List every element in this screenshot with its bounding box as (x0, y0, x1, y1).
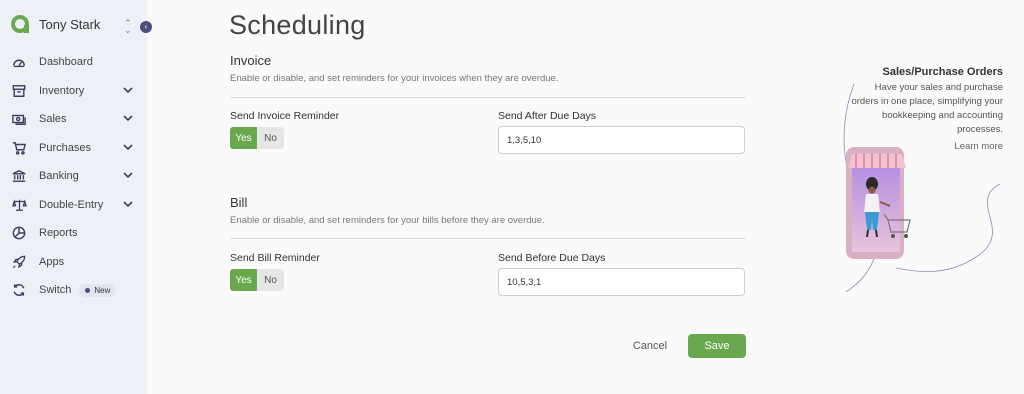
sidebar-item-reports[interactable]: Reports (0, 219, 147, 248)
switch-arrows-icon (11, 282, 27, 298)
new-badge: New (79, 283, 117, 297)
sidebar-item-dashboard[interactable]: Dashboard (0, 48, 147, 77)
invoice-divider (230, 97, 746, 98)
collapse-sidebar-icon[interactable]: ‹ (140, 21, 152, 33)
user-name: Tony Stark (39, 16, 101, 32)
app-logo (11, 15, 29, 33)
invoice-section-description: Enable or disable, and set reminders for… (230, 73, 559, 84)
sidebar-item-switch[interactable]: Switch New (0, 276, 147, 305)
bill-divider (230, 238, 746, 239)
invoice-reminder-label: Send Invoice Reminder (230, 110, 340, 122)
sidebar-item-label: Double-Entry (39, 198, 104, 211)
sidebar-nav: Dashboard Inventory Sales Purchases Bank… (0, 48, 147, 305)
sidebar-item-double-entry[interactable]: Double-Entry (0, 191, 147, 220)
chevron-down-icon (123, 143, 133, 150)
cancel-button[interactable]: Cancel (625, 337, 675, 355)
sidebar-item-label: Inventory (39, 84, 85, 97)
invoice-days-input[interactable] (498, 126, 745, 154)
chevron-down-icon (123, 115, 133, 122)
sidebar-item-purchases[interactable]: Purchases (0, 134, 147, 163)
invoice-reminder-toggle: Yes No (230, 127, 284, 149)
chevron-down-icon (123, 86, 133, 93)
invoice-reminder-yes-option[interactable]: Yes (230, 127, 257, 149)
invoice-days-label: Send After Due Days (498, 110, 597, 122)
bill-reminder-yes-option[interactable]: Yes (230, 269, 257, 291)
sidebar-item-label: Purchases (39, 141, 91, 154)
badge-dot (85, 287, 91, 293)
sidebar-item-banking[interactable]: Banking (0, 162, 147, 191)
bill-reminder-label: Send Bill Reminder (230, 252, 320, 264)
scale-icon (11, 197, 27, 213)
sidebar-item-label: Banking (39, 170, 79, 183)
learn-more-link[interactable]: Learn more (930, 141, 1003, 152)
sidebar-item-inventory[interactable]: Inventory (0, 77, 147, 106)
page-title: Scheduling (229, 10, 366, 40)
badge-label: New (94, 285, 111, 295)
shopping-cart-icon (11, 140, 27, 156)
dashboard-icon (11, 54, 27, 70)
sidebar: Tony Stark ⌃ ⌄ ‹ Dashboard Inventory Sale… (0, 0, 152, 394)
sidebar-item-label: Reports (39, 227, 78, 240)
bill-reminder-no-option[interactable]: No (257, 269, 284, 291)
pie-chart-icon (11, 225, 27, 241)
sidebar-item-label: Switch (39, 284, 72, 297)
bank-icon (11, 168, 27, 184)
company-switcher[interactable]: Tony Stark (11, 15, 100, 33)
chevron-down-icon (123, 172, 133, 179)
sidebar-item-apps[interactable]: Apps (0, 248, 147, 277)
bill-section-description: Enable or disable, and set reminders for… (230, 215, 545, 226)
bill-section-title: Bill (230, 195, 248, 210)
sidebar-item-label: Sales (39, 113, 67, 126)
sales-cash-icon (11, 111, 27, 127)
bill-reminder-toggle: Yes No (230, 269, 284, 291)
chevron-down-icon (123, 200, 133, 207)
invoice-section-title: Invoice (230, 53, 272, 68)
updown-chevron-icon[interactable]: ⌃ ⌄ (124, 19, 132, 35)
promo-title: Sales/Purchase Orders (882, 66, 1003, 78)
promo-text: Have your sales and purchase orders in o… (851, 82, 1003, 135)
bill-days-input[interactable] (498, 268, 745, 296)
inventory-box-icon (11, 83, 27, 99)
invoice-reminder-no-option[interactable]: No (257, 127, 284, 149)
sidebar-item-label: Apps (39, 255, 65, 268)
save-button[interactable]: Save (688, 334, 746, 358)
bill-days-label: Send Before Due Days (498, 252, 606, 264)
sidebar-item-sales[interactable]: Sales (0, 105, 147, 134)
rocket-icon (11, 254, 27, 270)
sidebar-item-label: Dashboard (39, 56, 93, 69)
